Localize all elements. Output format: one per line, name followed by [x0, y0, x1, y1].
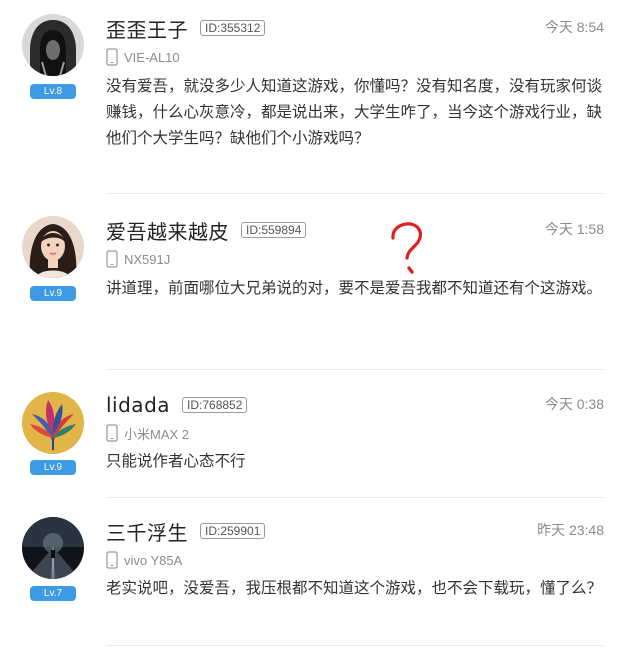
level-badge: Lv.9: [30, 286, 76, 301]
user-id-badge: ID:768852: [182, 397, 248, 413]
hooded-figure-avatar-icon: [22, 14, 84, 76]
user-id-badge: ID:355312: [200, 20, 266, 36]
username[interactable]: lidada: [106, 393, 170, 417]
user-header: 歪歪王子 ID:355312: [106, 14, 266, 43]
divider: [106, 193, 604, 194]
comment-item: Lv.7 三千浮生 ID:259901 昨天 23:48 vivo Y85A 老…: [0, 500, 624, 666]
avatar[interactable]: [22, 216, 84, 278]
device-info: VIE-AL10: [106, 47, 180, 67]
level-badge: Lv.7: [30, 586, 76, 601]
device-info: vivo Y85A: [106, 550, 182, 570]
comment-text: 讲道理，前面哪位大兄弟说的对，要不是爱吾我都不知道还有个这游戏。: [106, 279, 603, 297]
level-badge: Lv.9: [30, 460, 76, 475]
user-header: lidada ID:768852: [106, 391, 248, 419]
user-header: 爱吾越来越皮 ID:559894: [106, 216, 307, 245]
user-id-badge: ID:259901: [200, 523, 266, 539]
user-header: 三千浮生 ID:259901: [106, 517, 266, 546]
comment-item: Lv.9 爱吾越来越皮 ID:559894 今天 1:58 NX591J 讲道理…: [0, 195, 624, 370]
comment-item: Lv.8 歪歪王子 ID:355312 今天 8:54 VIE-AL10 没有爱…: [0, 0, 624, 195]
comment-time: 昨天 23:48: [537, 522, 604, 538]
comment-text: 老实说吧，没爱吾，我压根都不知道这个游戏，也不会下载玩，懂了么？: [106, 579, 603, 597]
divider: [106, 497, 604, 498]
username[interactable]: 歪歪王子: [106, 14, 188, 43]
comment-time: 今天 1:58: [544, 221, 604, 237]
comment-time: 今天 0:38: [544, 396, 604, 412]
girl-portrait-avatar-icon: [22, 216, 84, 278]
phone-icon: [106, 551, 118, 569]
comment-time: 今天 8:54: [544, 19, 604, 35]
comment-item: Lv.9 lidada ID:768852 今天 0:38 小米MAX 2 只能…: [0, 370, 624, 500]
device-info: NX591J: [106, 249, 170, 269]
device-name: VIE-AL10: [124, 49, 180, 65]
username[interactable]: 三千浮生: [106, 517, 188, 546]
flower-avatar-icon: [22, 392, 84, 454]
device-name: vivo Y85A: [124, 552, 183, 568]
phone-icon: [106, 424, 118, 442]
divider: [106, 645, 604, 646]
comment-text: 只能说作者心态不行: [106, 452, 246, 470]
device-name: NX591J: [124, 251, 171, 267]
phone-icon: [106, 250, 118, 268]
username[interactable]: 爱吾越来越皮: [106, 216, 229, 245]
red-question-mark-icon: [391, 222, 422, 274]
phone-icon: [106, 48, 118, 66]
device-info: 小米MAX 2: [106, 423, 189, 443]
level-badge: Lv.8: [30, 84, 76, 99]
user-id-badge: ID:559894: [241, 222, 307, 238]
comment-text: 没有爱吾，就没多少人知道这游戏，你懂吗？没有知名度，没有玩家何谈赚钱，什么心灰意…: [106, 77, 603, 147]
avatar[interactable]: [22, 392, 84, 454]
avatar[interactable]: [22, 14, 84, 76]
night-road-avatar-icon: [22, 517, 84, 579]
device-name: 小米MAX 2: [124, 426, 190, 442]
avatar[interactable]: [22, 517, 84, 579]
